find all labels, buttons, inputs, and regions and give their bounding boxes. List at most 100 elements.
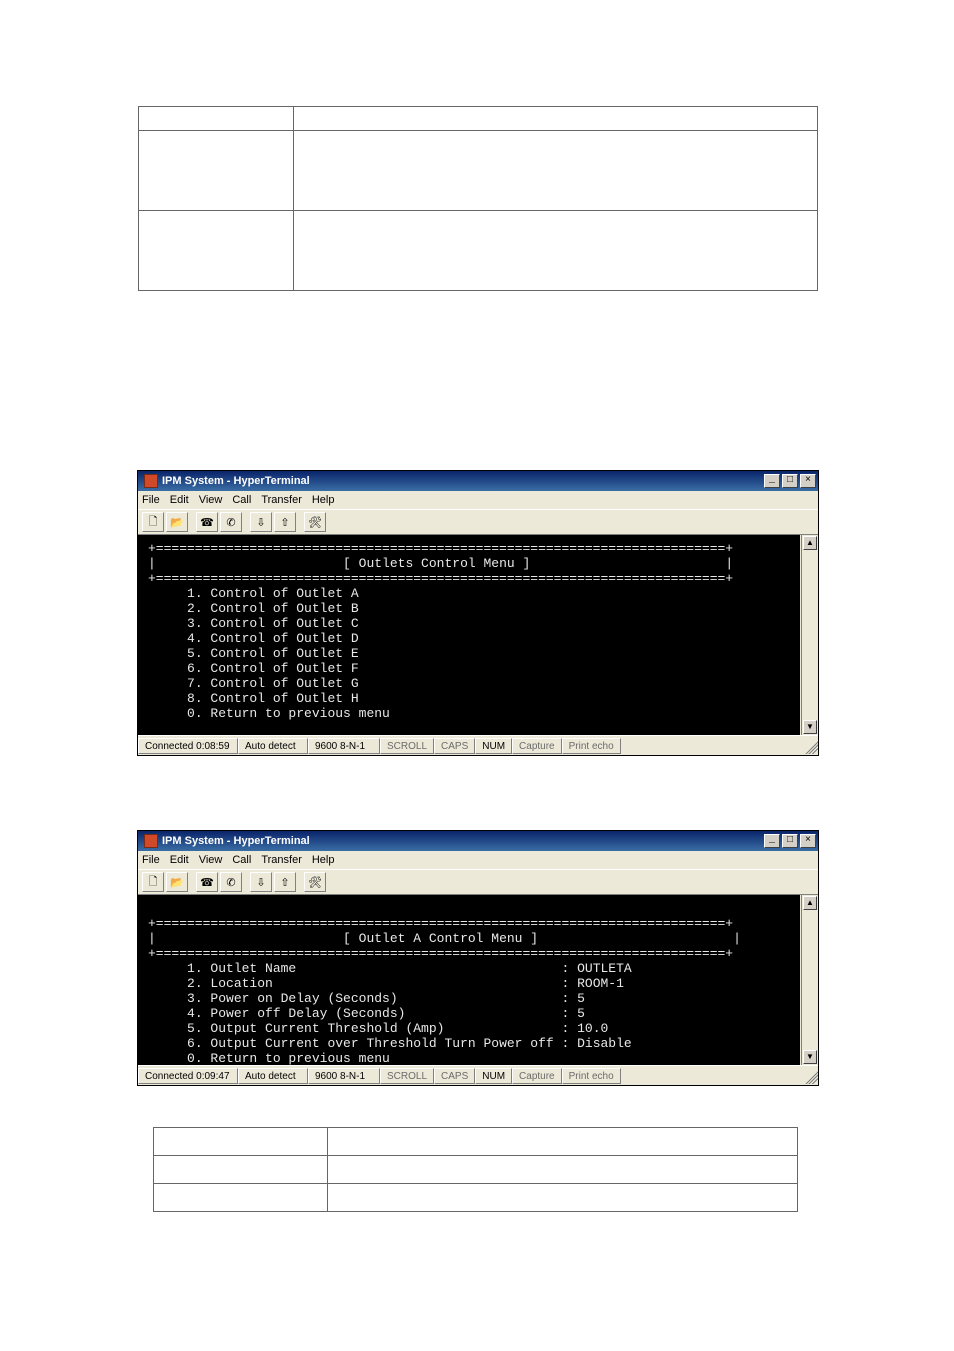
status-baud: 9600 8-N-1 bbox=[308, 1068, 380, 1084]
menu-edit[interactable]: Edit bbox=[170, 854, 189, 866]
menu-item-6: 6. Control of Outlet F bbox=[187, 661, 359, 676]
status-capture: Capture bbox=[512, 1068, 562, 1084]
t1-r1c1 bbox=[139, 107, 294, 131]
toolbar: 🗋 📂 ☎ ✆ ⇩ ⇧ 🛠 bbox=[138, 509, 818, 535]
minimize-button[interactable]: _ bbox=[764, 834, 780, 848]
close-button[interactable]: × bbox=[800, 474, 816, 488]
send-icon[interactable]: ⇩ bbox=[250, 872, 272, 892]
menu-file[interactable]: File bbox=[142, 494, 160, 506]
open-icon[interactable]: 📂 bbox=[166, 872, 188, 892]
scroll-up-icon[interactable]: ▲ bbox=[803, 896, 817, 910]
status-scroll: SCROLL bbox=[380, 738, 434, 754]
window-title: IPM System - HyperTerminal bbox=[162, 835, 764, 847]
menubar: File Edit View Call Transfer Help bbox=[138, 491, 818, 509]
t1-r3c1 bbox=[139, 211, 294, 291]
menu-item-8: 8. Control of Outlet H bbox=[187, 691, 359, 706]
toolbar: 🗋 📂 ☎ ✆ ⇩ ⇧ 🛠 bbox=[138, 869, 818, 895]
menu-item-5: 5. Control of Outlet E bbox=[187, 646, 359, 661]
row-4-label: 4. Power off Delay (Seconds) bbox=[187, 1006, 405, 1021]
terminal-output[interactable]: +=======================================… bbox=[138, 535, 818, 735]
status-printecho: Print echo bbox=[562, 1068, 621, 1084]
row-6-label: 6. Output Current over Threshold Turn Po… bbox=[187, 1036, 554, 1051]
row-5-value: 10.0 bbox=[577, 1021, 608, 1036]
status-scroll: SCROLL bbox=[380, 1068, 434, 1084]
menu-item-2: 2. Control of Outlet B bbox=[187, 601, 359, 616]
statusbar: Connected 0:08:59 Auto detect 9600 8-N-1… bbox=[138, 735, 818, 755]
menu-header: [ Outlet A Control Menu ] bbox=[343, 931, 538, 946]
row-1-value: OUTLETA bbox=[577, 961, 632, 976]
new-icon[interactable]: 🗋 bbox=[142, 872, 164, 892]
t1-r1c2 bbox=[293, 107, 817, 131]
t1-r2c2 bbox=[293, 131, 817, 211]
row-6-value: Disable bbox=[577, 1036, 632, 1051]
titlebar[interactable]: IPM System - HyperTerminal _ □ × bbox=[138, 471, 818, 491]
close-button[interactable]: × bbox=[800, 834, 816, 848]
menu-view[interactable]: View bbox=[199, 494, 223, 506]
scroll-down-icon[interactable]: ▼ bbox=[803, 720, 817, 734]
status-printecho: Print echo bbox=[562, 738, 621, 754]
vertical-scrollbar[interactable]: ▲ ▼ bbox=[801, 535, 817, 735]
connect-icon[interactable]: ☎ bbox=[196, 512, 218, 532]
connect-icon[interactable]: ☎ bbox=[196, 872, 218, 892]
status-connected: Connected 0:09:47 bbox=[138, 1068, 238, 1084]
menu-help[interactable]: Help bbox=[312, 854, 335, 866]
t2-r3c1 bbox=[154, 1184, 328, 1212]
row-5-label: 5. Output Current Threshold (Amp) bbox=[187, 1021, 444, 1036]
hyperterminal-window-outlet-a-control: IPM System - HyperTerminal _ □ × File Ed… bbox=[137, 830, 819, 1086]
terminal-output[interactable]: +=======================================… bbox=[138, 895, 818, 1065]
menu-item-4: 4. Control of Outlet D bbox=[187, 631, 359, 646]
menu-edit[interactable]: Edit bbox=[170, 494, 189, 506]
row-3-value: 5 bbox=[577, 991, 585, 1006]
t2-r2c2 bbox=[327, 1156, 797, 1184]
row-4-value: 5 bbox=[577, 1006, 585, 1021]
disconnect-icon[interactable]: ✆ bbox=[220, 512, 242, 532]
status-baud: 9600 8-N-1 bbox=[308, 738, 380, 754]
menu-item-3: 3. Control of Outlet C bbox=[187, 616, 359, 631]
menu-view[interactable]: View bbox=[199, 854, 223, 866]
row-2-value: ROOM-1 bbox=[577, 976, 624, 991]
row-0: 0. Return to previous menu bbox=[187, 1051, 390, 1065]
t1-r3c2 bbox=[293, 211, 817, 291]
scroll-down-icon[interactable]: ▼ bbox=[803, 1050, 817, 1064]
menu-item-7: 7. Control of Outlet G bbox=[187, 676, 359, 691]
menu-item-1: 1. Control of Outlet A bbox=[187, 586, 359, 601]
menu-help[interactable]: Help bbox=[312, 494, 335, 506]
status-num: NUM bbox=[475, 738, 512, 754]
open-icon[interactable]: 📂 bbox=[166, 512, 188, 532]
menu-call[interactable]: Call bbox=[232, 854, 251, 866]
t1-r2c1 bbox=[139, 131, 294, 211]
status-capture: Capture bbox=[512, 738, 562, 754]
properties-icon[interactable]: 🛠 bbox=[304, 512, 326, 532]
status-caps: CAPS bbox=[434, 738, 475, 754]
spec-table-bottom bbox=[153, 1127, 798, 1212]
status-caps: CAPS bbox=[434, 1068, 475, 1084]
t2-r1c1 bbox=[154, 1128, 328, 1156]
row-2-label: 2. Location bbox=[187, 976, 273, 991]
menu-transfer[interactable]: Transfer bbox=[261, 854, 302, 866]
menu-item-0: 0. Return to previous menu bbox=[187, 706, 390, 721]
status-num: NUM bbox=[475, 1068, 512, 1084]
send-icon[interactable]: ⇩ bbox=[250, 512, 272, 532]
resize-grip-icon[interactable] bbox=[802, 738, 818, 754]
scroll-up-icon[interactable]: ▲ bbox=[803, 536, 817, 550]
vertical-scrollbar[interactable]: ▲ ▼ bbox=[801, 895, 817, 1065]
receive-icon[interactable]: ⇧ bbox=[274, 872, 296, 892]
status-detect: Auto detect bbox=[238, 738, 308, 754]
menu-transfer[interactable]: Transfer bbox=[261, 494, 302, 506]
titlebar[interactable]: IPM System - HyperTerminal _ □ × bbox=[138, 831, 818, 851]
menu-file[interactable]: File bbox=[142, 854, 160, 866]
receive-icon[interactable]: ⇧ bbox=[274, 512, 296, 532]
statusbar: Connected 0:09:47 Auto detect 9600 8-N-1… bbox=[138, 1065, 818, 1085]
new-icon[interactable]: 🗋 bbox=[142, 512, 164, 532]
menu-call[interactable]: Call bbox=[232, 494, 251, 506]
maximize-button[interactable]: □ bbox=[782, 474, 798, 488]
properties-icon[interactable]: 🛠 bbox=[304, 872, 326, 892]
spec-table-top bbox=[138, 106, 818, 291]
maximize-button[interactable]: □ bbox=[782, 834, 798, 848]
app-icon bbox=[144, 474, 158, 488]
menubar: File Edit View Call Transfer Help bbox=[138, 851, 818, 869]
status-detect: Auto detect bbox=[238, 1068, 308, 1084]
disconnect-icon[interactable]: ✆ bbox=[220, 872, 242, 892]
minimize-button[interactable]: _ bbox=[764, 474, 780, 488]
resize-grip-icon[interactable] bbox=[802, 1068, 818, 1084]
